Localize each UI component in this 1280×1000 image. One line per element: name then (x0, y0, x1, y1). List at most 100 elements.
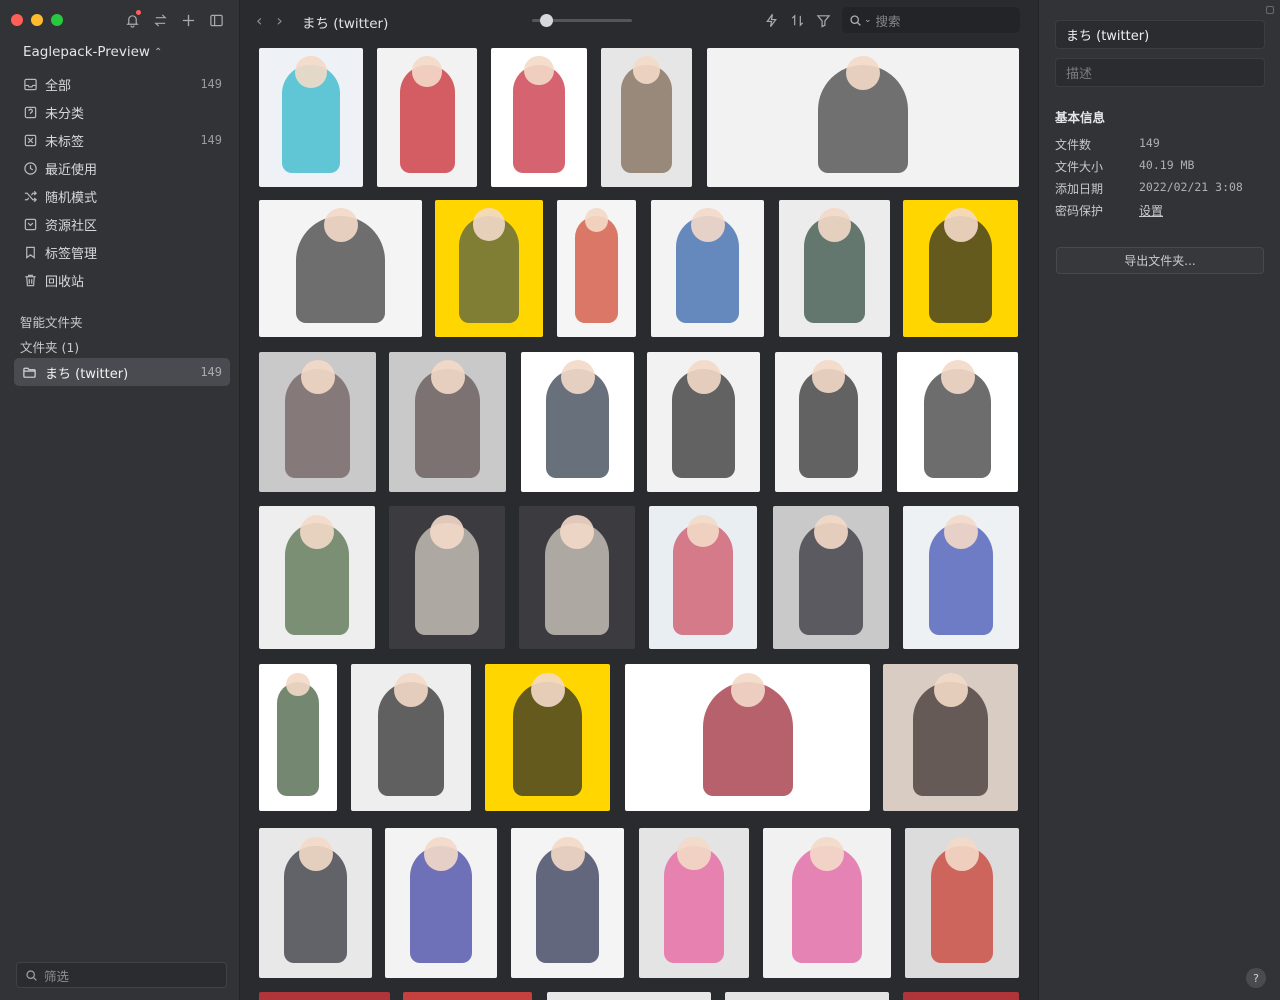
image-thumbnail[interactable] (903, 506, 1019, 649)
illustration-head (323, 208, 358, 243)
sidebar-item-all[interactable]: 全部 149 (14, 70, 230, 98)
sidebar-item-label: 未分类 (45, 106, 85, 122)
illustration-figure (574, 216, 619, 324)
image-thumbnail[interactable] (259, 828, 372, 978)
info-row-file-size: 文件大小 40.19 MB (1055, 158, 1265, 178)
info-value: 40.19 MB (1139, 158, 1195, 172)
sidebar-item-uncategorized[interactable]: 未分类 (14, 98, 230, 126)
image-thumbnail[interactable] (903, 992, 1019, 1000)
zoom-slider[interactable] (532, 14, 632, 27)
sort-icon[interactable] (788, 11, 806, 29)
image-thumbnail[interactable] (259, 506, 375, 649)
image-thumbnail[interactable] (389, 506, 505, 649)
image-thumbnail[interactable] (351, 664, 471, 811)
illustration-head (530, 672, 565, 707)
bolt-icon[interactable] (762, 11, 780, 29)
image-thumbnail[interactable] (491, 48, 587, 187)
toggle-sidebar-icon[interactable] (207, 11, 225, 29)
sidebar-item-label: 回收站 (45, 274, 85, 290)
close-window-button[interactable] (11, 14, 23, 26)
password-setup-link[interactable]: 设置 (1139, 202, 1163, 222)
image-thumbnail[interactable] (511, 828, 624, 978)
filter-funnel-icon[interactable] (814, 11, 832, 29)
chevron-down-icon[interactable]: ⌄ (864, 15, 872, 25)
library-name: Eaglepack-Preview (23, 44, 150, 60)
folders-heading[interactable]: 文件夹 (1) (20, 337, 79, 356)
search-input[interactable]: ⌄ 搜索 (842, 7, 1020, 33)
zoom-slider-handle[interactable] (540, 14, 553, 27)
image-thumbnail[interactable] (521, 352, 634, 492)
image-thumbnail[interactable] (259, 200, 422, 337)
image-thumbnail[interactable] (259, 48, 363, 187)
sidebar-item-label: 全部 (45, 78, 72, 94)
filter-input[interactable]: 筛选 (16, 962, 227, 988)
community-icon (22, 216, 38, 232)
folder-name-field[interactable]: まち (twitter) (1055, 20, 1265, 49)
image-thumbnail[interactable] (647, 352, 760, 492)
image-thumbnail[interactable] (639, 828, 749, 978)
image-thumbnail[interactable] (883, 664, 1018, 811)
sidebar-item-community[interactable]: 资源社区 (14, 210, 230, 238)
export-folder-button[interactable]: 导出文件夹... (1056, 247, 1264, 274)
image-thumbnail[interactable] (651, 200, 764, 337)
notification-bell-icon[interactable] (123, 10, 141, 29)
info-value: 2022/02/21 3:08 (1139, 180, 1243, 194)
folder-count: 149 (200, 365, 222, 379)
image-thumbnail[interactable] (547, 992, 711, 1000)
image-thumbnail[interactable] (775, 352, 882, 492)
image-thumbnail[interactable] (259, 352, 376, 492)
sidebar-item-trash[interactable]: 回收站 (14, 266, 230, 294)
image-thumbnail[interactable] (403, 992, 532, 1000)
description-field[interactable]: 描述 (1055, 58, 1265, 87)
help-button[interactable]: ? (1246, 968, 1266, 988)
minimize-window-button[interactable] (31, 14, 43, 26)
smart-folders-heading[interactable]: 智能文件夹 (20, 312, 83, 331)
illustration-head (686, 360, 721, 395)
image-thumbnail[interactable] (625, 664, 870, 811)
image-thumbnail[interactable] (601, 48, 692, 187)
image-thumbnail[interactable] (519, 506, 635, 649)
forward-chevron-icon[interactable]: › (276, 11, 282, 30)
sidebar-item-label: 未标签 (45, 134, 85, 150)
image-thumbnail[interactable] (389, 352, 506, 492)
folder-item-machi[interactable]: まち (twitter) 149 (14, 358, 230, 386)
illustration-head (730, 672, 765, 707)
image-thumbnail[interactable] (259, 664, 337, 811)
image-thumbnail[interactable] (763, 828, 891, 978)
sidebar-item-tags[interactable]: 标签管理 (14, 238, 230, 266)
illustration-head (394, 672, 428, 707)
library-switcher[interactable]: Eaglepack-Preview ⌃ (23, 44, 162, 60)
image-thumbnail[interactable] (435, 200, 543, 337)
bookmark-icon (22, 244, 38, 260)
image-thumbnail[interactable] (779, 200, 890, 337)
illustration-head (632, 56, 661, 84)
image-thumbnail[interactable] (649, 506, 757, 649)
image-thumbnail[interactable] (707, 48, 1019, 187)
image-thumbnail[interactable] (485, 664, 610, 811)
image-thumbnail[interactable] (725, 992, 889, 1000)
image-thumbnail[interactable] (557, 200, 636, 337)
sync-arrows-icon[interactable] (151, 11, 169, 29)
back-chevron-icon[interactable]: ‹ (256, 11, 262, 30)
image-thumbnail[interactable] (897, 352, 1018, 492)
image-thumbnail[interactable] (377, 48, 477, 187)
image-thumbnail[interactable] (773, 506, 889, 649)
zoom-window-button[interactable] (51, 14, 63, 26)
tag-off-icon (22, 132, 38, 148)
illustration-head (550, 837, 585, 871)
sidebar-item-random[interactable]: 随机模式 (14, 182, 230, 210)
image-thumbnail[interactable] (905, 828, 1019, 978)
image-grid (240, 40, 1038, 1000)
window-controls (11, 14, 63, 26)
image-thumbnail[interactable] (259, 992, 390, 1000)
add-plus-icon[interactable] (179, 11, 197, 29)
image-thumbnail[interactable] (385, 828, 497, 978)
folder-label: まち (twitter) (45, 366, 129, 382)
sidebar-item-recent[interactable]: 最近使用 (14, 154, 230, 182)
image-thumbnail[interactable] (903, 200, 1018, 337)
illustration-head (944, 514, 978, 549)
info-value: 149 (1139, 136, 1160, 150)
sidebar-tools (123, 10, 225, 29)
sidebar-item-untagged[interactable]: 未标签 149 (14, 126, 230, 154)
illustration-head (560, 360, 595, 395)
